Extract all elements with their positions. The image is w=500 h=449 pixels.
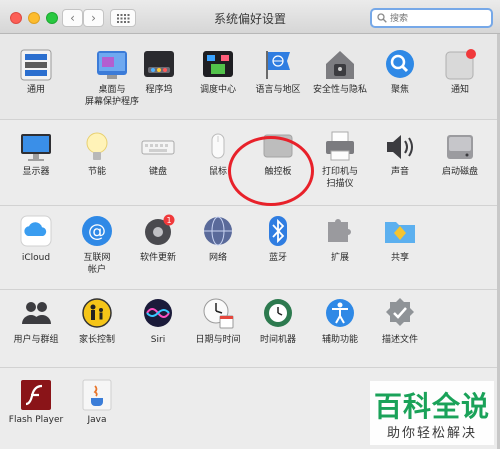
search-field[interactable] [370,8,493,28]
parental-controls-icon [82,298,112,328]
profiles-icon [386,298,414,326]
sharing-icon [385,222,415,243]
search-icon [377,13,387,23]
pref-label: 启动磁盘 [441,167,478,177]
security-privacy-icon [326,51,354,79]
desktop-screensaver-icon [97,51,127,79]
software-update-icon: 1 [145,214,175,245]
date-time-icon [203,298,234,329]
internet-accounts-icon: @ [82,216,112,246]
startup-disk-icon [447,135,473,159]
section-system: 用户与群组 家长控制 Siri 日期与时间 时间机器 辅助功能 描述文件 [0,290,500,368]
network-icon [204,216,232,246]
users-groups-icon [22,302,51,324]
sound-icon [387,135,413,159]
general-icon [20,49,52,81]
mission-control-icon [203,51,233,77]
title-bar: ‹ › 系统偏好设置 [0,0,500,34]
displays-icon [21,134,51,161]
extensions-icon [328,219,351,242]
search-input[interactable] [390,11,485,26]
pref-label: 共享 [390,253,409,263]
watermark-subtitle: 助你轻松解决 [386,426,477,441]
svg-text:@: @ [88,221,106,242]
section-internet: iCloud @ 互联网 帐户 1 软件更新 网络 蓝牙 扩展 共享 [0,206,500,290]
energy-saver-icon [86,132,108,160]
icloud-icon [20,215,52,247]
flash-player-icon [21,380,51,410]
time-machine-icon [264,299,292,327]
pref-label: 通用 [26,85,45,95]
keyboard-icon [141,140,175,155]
printers-scanners-icon [326,131,354,161]
watermark-title: 百科全说 [373,390,490,423]
siri-icon [144,299,172,327]
pref-label: 描述文件 [381,335,418,345]
pref-label: 通知 [450,85,469,95]
accessibility-icon [326,299,354,327]
watermark: 百科全说 助你轻松解决 [370,381,494,445]
language-region-icon [266,51,290,79]
highlight-circle [228,136,314,206]
update-badge: 1 [166,216,171,225]
section-personal: 通用 桌面与 屏幕保护程序 程序坞 调度中心 语言与地区 安全性与隐私 聚焦 通… [0,34,500,120]
java-icon [82,379,112,411]
notifications-icon [445,49,476,80]
pref-label: Java [87,415,107,425]
bluetooth-icon [269,216,287,246]
system-preferences-window: ‹ › 系统偏好设置 搜索 通用 桌面与 屏幕保护程序 程序坞 调度中心 语言与… [0,0,500,449]
dock-icon [144,51,174,77]
spotlight-icon [386,50,414,78]
